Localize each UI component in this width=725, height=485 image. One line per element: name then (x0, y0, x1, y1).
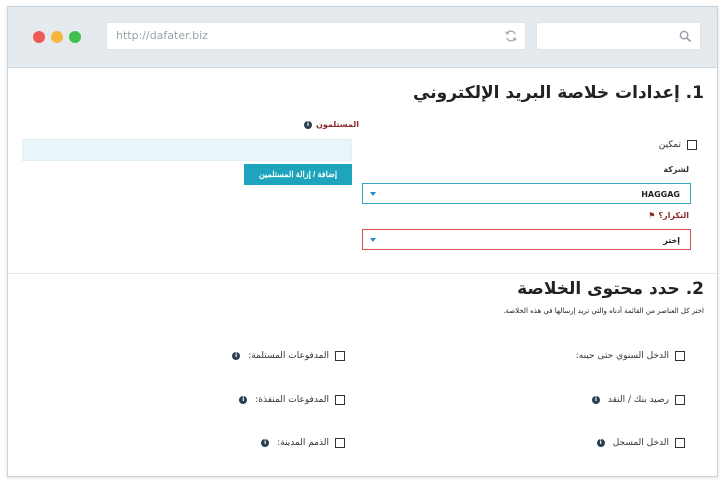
section1-title: 1. إعدادات خلاصة البريد الإلكتروني (413, 83, 704, 103)
digest-item-bank-balance[interactable]: رصيد بنك / النقد i (591, 395, 685, 405)
close-window-dot[interactable] (33, 31, 45, 43)
info-icon[interactable]: i (239, 396, 248, 404)
payments-made-checkbox[interactable] (335, 395, 345, 405)
bank-balance-checkbox[interactable] (675, 395, 685, 405)
info-icon[interactable]: i (596, 439, 605, 447)
flag-icon: ⚑ (648, 211, 656, 220)
repeat-select[interactable]: إختر (362, 229, 691, 250)
url-text: http://dafater.biz (116, 29, 208, 42)
search-icon[interactable] (679, 30, 692, 43)
reload-icon[interactable] (504, 29, 518, 43)
info-icon[interactable]: i (261, 439, 270, 447)
info-icon[interactable]: i (591, 396, 600, 404)
digest-item-receivables[interactable]: الذمم المدينة: i (261, 438, 345, 448)
browser-toolbar: http://dafater.biz (8, 7, 717, 68)
recipients-label-text: المستلمون (316, 120, 359, 129)
company-select[interactable]: HAGGAG (362, 183, 691, 204)
browser-window: http://dafater.biz 1. إعدادات خلاصة البر… (7, 6, 718, 477)
repeat-label-text: التكرار؟ (658, 211, 689, 220)
payments-received-label: المدفوعات المستلمة: (248, 351, 329, 361)
enable-row[interactable]: تمكين (659, 140, 697, 150)
payments-made-label: المدفوعات المنفذة: (255, 395, 329, 405)
repeat-select-value: إختر (663, 236, 680, 245)
digest-item-payments-received[interactable]: المدفوعات المستلمة: i (232, 351, 345, 361)
recipients-label: i المستلمون (304, 120, 359, 129)
company-select-value: HAGGAG (641, 190, 680, 199)
section2-title: 2. حدد محتوى الخلاصة (517, 279, 704, 299)
annual-income-label: الدخل السنوي حتى حينه: (575, 351, 669, 361)
digest-item-annual-income[interactable]: الدخل السنوي حتى حينه: (576, 351, 685, 361)
page-content: 1. إعدادات خلاصة البريد الإلكتروني i الم… (8, 69, 717, 476)
chevron-down-icon[interactable] (370, 192, 376, 196)
repeat-label: التكرار؟ ⚑ (648, 211, 689, 220)
section-divider (8, 273, 717, 274)
company-label: لشركة (663, 165, 689, 174)
recipients-field[interactable] (22, 139, 352, 161)
booked-income-label: الدخل المسجل (612, 438, 669, 448)
address-bar[interactable]: http://dafater.biz (106, 22, 526, 50)
digest-item-payments-made[interactable]: المدفوعات المنفذة: i (239, 395, 345, 405)
digest-item-booked-income[interactable]: الدخل المسجل i (596, 438, 685, 448)
search-bar[interactable] (536, 22, 701, 50)
section2-description: اختر كل العناصر من القائمة أدناه والتي ت… (503, 307, 704, 315)
chevron-down-icon[interactable] (370, 238, 376, 242)
receivables-label: الذمم المدينة: (277, 438, 329, 448)
add-remove-recipients-button[interactable]: إضافة / إزالة المستلمين (244, 164, 352, 185)
enable-checkbox[interactable] (687, 140, 697, 150)
bank-balance-label: رصيد بنك / النقد (607, 395, 669, 405)
info-icon[interactable]: i (232, 352, 241, 360)
minimize-window-dot[interactable] (51, 31, 63, 43)
booked-income-checkbox[interactable] (675, 438, 685, 448)
maximize-window-dot[interactable] (69, 31, 81, 43)
payments-received-checkbox[interactable] (335, 351, 345, 361)
receivables-checkbox[interactable] (335, 438, 345, 448)
annual-income-checkbox[interactable] (675, 351, 685, 361)
info-icon[interactable]: i (304, 120, 312, 129)
enable-label: تمكين (658, 140, 681, 150)
